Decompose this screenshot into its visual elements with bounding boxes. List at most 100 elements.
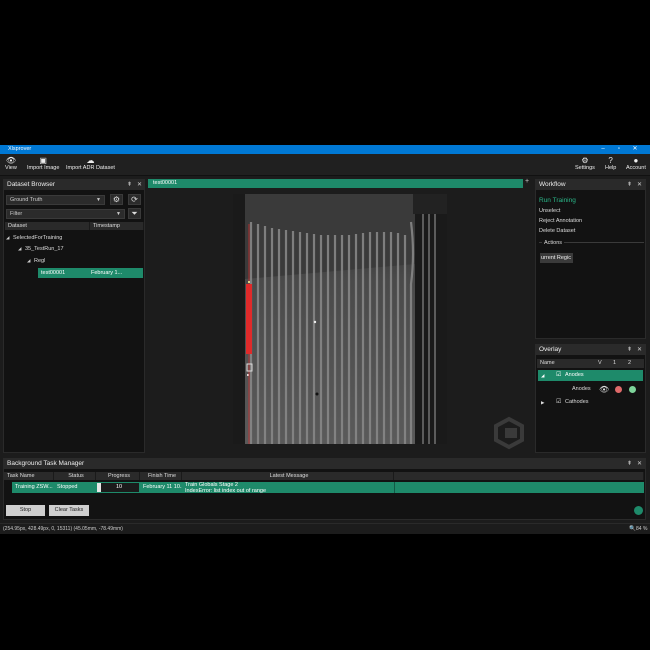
tree-item-label: SelectedForTraining [13, 235, 63, 241]
status-bar: (254.95px, 428.49px, 0, 15311) (45.05mm,… [0, 523, 650, 534]
tree-item-test00001[interactable]: test00001 February 1... [38, 268, 143, 278]
column-header-dataset[interactable]: Dataset [5, 222, 90, 230]
column-header-timestamp[interactable]: Timestamp [90, 222, 144, 230]
cursor-coordinates: (254.95px, 428.49px, 0, 15311) (45.05mm,… [3, 526, 123, 532]
column-header-v[interactable]: V [598, 360, 602, 366]
pin-icon[interactable]: ⇞ [627, 459, 632, 469]
chevron-down-icon: ▼ [116, 211, 121, 217]
pin-icon[interactable]: ⇞ [627, 345, 632, 355]
column-header-task-name[interactable]: Task Name [4, 472, 54, 480]
watermark-logo-icon [494, 416, 524, 450]
title-bar: Xlsprover – ▫ ✕ [0, 145, 650, 154]
close-icon[interactable]: ✕ [637, 180, 642, 190]
pin-icon[interactable]: ⇞ [627, 180, 632, 190]
region-button[interactable]: urrent Regic [540, 253, 573, 263]
pin-icon[interactable]: ⇞ [127, 180, 132, 190]
dataset-settings-button[interactable]: ⚙ [110, 194, 123, 205]
color-swatch-green[interactable] [629, 386, 636, 393]
task-manager-title: Background Task Manager [7, 460, 85, 467]
app-window: Xlsprover – ▫ ✕ 👁 View ▣ Import Image ☁ … [0, 145, 650, 534]
task-manager-header: Background Task Manager ⇞ ✕ [4, 459, 645, 469]
eye-icon[interactable]: 👁 [599, 384, 609, 395]
dataset-browser-panel: Dataset Browser ⇞ ✕ Ground Truth ▼ ⚙ ⟳ F… [3, 179, 145, 453]
task-name-cell: Training ZSW... [15, 484, 53, 490]
funnel-icon: ⏷ [131, 209, 138, 218]
account-button[interactable]: ● Account [626, 156, 646, 171]
column-header-latest-message[interactable]: Latest Message [182, 472, 394, 480]
reject-annotation-link[interactable]: Reject Annotation [539, 218, 582, 224]
close-icon[interactable]: ✕ [137, 180, 142, 190]
overlay-row-anodes[interactable]: ◢ ☑ Anodes [538, 370, 643, 381]
run-training-link[interactable]: Run Training [539, 197, 576, 204]
task-finish-cell: February 11 10... [143, 484, 182, 490]
checkbox-icon[interactable]: ☑ [556, 397, 561, 408]
tree-item-selectedfortraining[interactable]: ◢ SelectedForTraining [6, 233, 62, 243]
overlay-row-anodes-style[interactable]: Anodes 👁 [538, 384, 643, 395]
progress-value: 10 [116, 484, 123, 490]
overlay-row-cathodes[interactable]: ▶ ☑ Cathodes [538, 397, 643, 408]
column-header-finish-time[interactable]: Finish Time [140, 472, 182, 480]
import-image-button[interactable]: ▣ Import Image [27, 156, 59, 171]
ct-scan-image[interactable] [233, 194, 447, 444]
tab-test00001[interactable]: test00001 [148, 179, 523, 188]
overlay-header: Overlay ⇞ ✕ [536, 345, 645, 355]
overlay-column-headers: Name V 1 2 [537, 359, 644, 368]
settings-button[interactable]: ⚙ Settings [575, 156, 595, 171]
clear-tasks-button[interactable]: Clear Tasks [49, 505, 89, 516]
tree-item-testrun[interactable]: ◢ 35_TestRun_17 [18, 244, 64, 254]
refresh-button[interactable]: ⟳ [128, 194, 141, 205]
import-adr-dataset-button[interactable]: ☁ Import ADR Dataset [66, 156, 115, 171]
column-header-name[interactable]: Name [540, 360, 555, 366]
checkbox-icon[interactable]: ☑ [556, 370, 561, 381]
filter-input[interactable]: Filter ▼ [6, 209, 125, 219]
column-header-progress[interactable]: Progress [96, 472, 140, 480]
column-header-filler [394, 472, 644, 480]
tree-item-label: test00001 [41, 270, 66, 276]
settings-label: Settings [575, 165, 595, 171]
dataset-browser-title: Dataset Browser [7, 181, 56, 188]
progress-fill [97, 483, 102, 492]
view-label: View [5, 165, 17, 171]
refresh-icon: ⟳ [131, 195, 138, 204]
color-swatch-red[interactable] [615, 386, 622, 393]
account-icon: ● [633, 156, 639, 165]
task-message-cell: Train Globals Stage 2 IndexError: list i… [182, 482, 394, 493]
expand-icon[interactable]: ◢ [541, 370, 544, 381]
workflow-header: Workflow ⇞ ✕ [536, 180, 645, 190]
tree-item-regl[interactable]: ◢ Regl [27, 256, 45, 266]
view-button[interactable]: 👁 View [5, 156, 17, 171]
overlay-label: Cathodes [565, 399, 589, 405]
expand-icon[interactable]: ▶ [541, 397, 544, 408]
unselect-link[interactable]: Unselect [539, 208, 560, 214]
actions-section-label: Actions [542, 240, 565, 246]
expand-icon[interactable]: ◢ [6, 233, 13, 243]
column-header-status[interactable]: Status [54, 472, 96, 480]
close-icon[interactable]: ✕ [637, 345, 642, 355]
help-button[interactable]: ? Help [605, 156, 616, 171]
close-icon[interactable]: ✕ [637, 459, 642, 469]
source-select[interactable]: Ground Truth ▼ [6, 195, 105, 205]
dataset-browser-header: Dataset Browser ⇞ ✕ [4, 180, 144, 190]
minimize-button[interactable]: – [595, 145, 611, 154]
message-line-2: IndexError: list index out of range [185, 488, 267, 493]
filter-button[interactable]: ⏷ [128, 208, 141, 219]
overlay-sublabel: Anodes [572, 386, 591, 392]
tree-item-timestamp: February 1... [91, 270, 123, 276]
close-window-button[interactable]: ✕ [627, 145, 643, 154]
workflow-title: Workflow [539, 181, 566, 188]
tree-item-label: 35_TestRun_17 [25, 246, 64, 252]
overlay-label: Anodes [565, 372, 584, 378]
settings-icon: ⚙ [581, 156, 589, 165]
column-header-2[interactable]: 2 [628, 360, 631, 366]
chevron-down-icon: ▼ [96, 197, 101, 203]
stop-button[interactable]: Stop [6, 505, 45, 516]
delete-dataset-link[interactable]: Delete Dataset [539, 228, 575, 234]
app-title: Xlsprover [8, 146, 32, 152]
column-header-1[interactable]: 1 [613, 360, 616, 366]
add-tab-button[interactable]: + [525, 178, 529, 185]
expand-icon[interactable]: ◢ [27, 256, 34, 266]
maximize-button[interactable]: ▫ [611, 145, 627, 154]
zoom-icon: 🔍 [629, 526, 636, 532]
tab-label: test00001 [153, 180, 178, 186]
expand-icon[interactable]: ◢ [18, 244, 25, 254]
